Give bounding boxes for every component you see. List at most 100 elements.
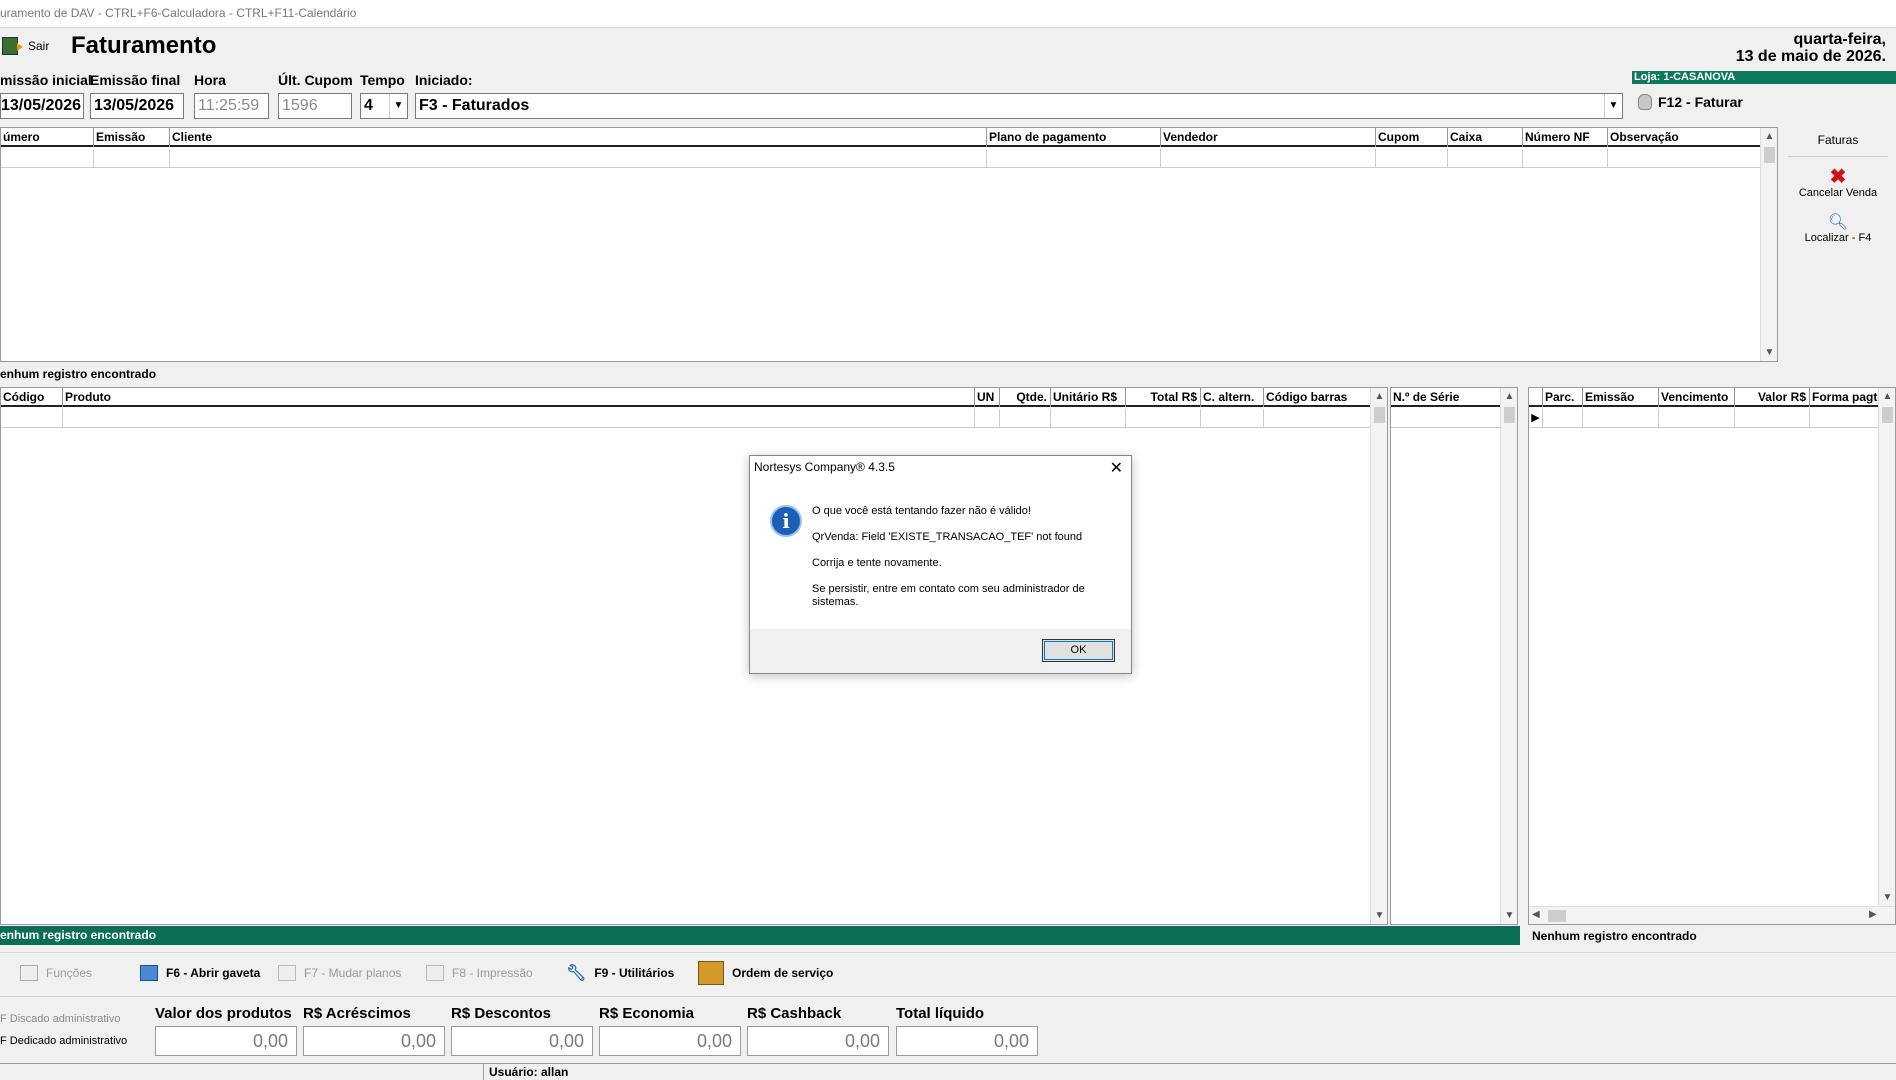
invoices-grid[interactable]: úmero Emissão Cliente Plano de pagamento… [0,127,1778,362]
scroll-down-icon[interactable]: ▼ [1879,889,1896,906]
find-button[interactable]: 🔍︎ Localizar - F4 [1780,214,1896,244]
col-cupom[interactable]: Cupom [1376,128,1448,147]
scroll-thumb[interactable] [1374,407,1385,423]
abrir-gaveta-button[interactable]: F6 - Abrir gaveta [140,958,260,988]
table-row[interactable] [1,409,1371,428]
impressao-button: F8 - Impressão [426,958,533,988]
scroll-left-icon[interactable]: ◀ [1532,909,1540,920]
scroll-down-icon[interactable]: ▼ [1761,344,1778,361]
window-title-bar: uramento de DAV - CTRL+F6-Calculadora - … [0,0,1896,28]
installments-grid[interactable]: Parc. Emissão Vencimento Valor R$ Forma … [1528,387,1896,925]
installments-scrollbar[interactable]: ▲ ▼ [1878,388,1895,906]
emissao-inicial-field[interactable]: 13/05/2026 [0,93,84,119]
scroll-up-icon[interactable]: ▲ [1501,388,1518,405]
col-un[interactable]: UN [975,388,1000,407]
col-valor[interactable]: Valor R$ [1735,388,1810,407]
col-cliente[interactable]: Cliente [170,128,987,147]
iniciado-value: F3 - Faturados [419,97,530,114]
acrescimos-field: 0,00 [303,1026,445,1056]
ordem-servico-button[interactable]: Ordem de serviço [698,958,833,988]
economia-field: 0,00 [599,1026,741,1056]
installments-status: Nenhum registro encontrado [1532,929,1697,943]
chevron-down-icon[interactable]: ▼ [389,94,407,118]
scroll-down-icon[interactable]: ▼ [1371,907,1388,924]
items-grid-header: Código Produto UN Qtde. Unitário R$ Tota… [1,388,1371,407]
error-dialog: Nortesys Company® 4.3.5 ✕ i O que você e… [749,455,1132,674]
col-emissao-parc[interactable]: Emissão [1583,388,1659,407]
close-icon[interactable]: ✕ [1110,458,1123,478]
emissao-inicial-label: missão inicial [0,72,92,88]
dialog-message-3: Corrija e tente novamente. [812,557,942,569]
hora-field: 11:25:59 [194,93,269,119]
discado-mode[interactable]: F Discado administrativo [0,1013,120,1025]
col-codigo[interactable]: Código [1,388,63,407]
hora-label: Hora [194,72,226,88]
table-row[interactable] [1391,409,1501,428]
col-produto[interactable]: Produto [63,388,975,407]
serial-scrollbar[interactable]: ▲ ▼ [1500,388,1517,924]
cancel-x-icon: ✖ [1829,166,1847,188]
funcoes-label: Funções [46,966,93,980]
col-vencimento[interactable]: Vencimento [1659,388,1735,407]
faturar-button[interactable]: F12 - Faturar [1638,94,1743,110]
col-vendedor[interactable]: Vendedor [1161,128,1376,147]
faturas-panel-title: Faturas [1817,133,1859,147]
col-caixa[interactable]: Caixa [1448,128,1523,147]
dedicado-mode[interactable]: F Dedicado administrativo [0,1035,127,1047]
scroll-up-icon[interactable]: ▲ [1879,388,1896,405]
scroll-thumb[interactable] [1764,147,1775,163]
toolbar: Sair Faturamento quarta-feira, 13 de mai… [0,29,1896,67]
col-total[interactable]: Total R$ [1126,388,1201,407]
user-label: Usuário: allan [483,1064,568,1080]
col-emissao[interactable]: Emissão [94,128,170,147]
ult-cupom-field: 1596 [278,93,352,119]
col-c-altern[interactable]: C. altern. [1201,388,1264,407]
ok-button[interactable]: OK [1042,639,1115,662]
col-forma-pagto[interactable]: Forma pagto [1810,388,1879,407]
table-row[interactable] [1,149,1761,168]
col-plano-pagamento[interactable]: Plano de pagamento [987,128,1161,147]
magnifier-icon: 🔍︎ [1827,214,1849,231]
wrench-icon: 🔧︎ [566,965,587,982]
tempo-value: 4 [364,97,373,114]
status-bar: Usuário: allan [0,1063,1896,1080]
invoices-scrollbar[interactable]: ▲ ▼ [1760,128,1777,361]
scroll-thumb[interactable] [1882,407,1893,423]
serial-grid-header: N.º de Série [1391,388,1501,407]
cancel-sale-button[interactable]: ✖ Cancelar Venda [1780,167,1896,199]
dialog-message-2: QrVenda: Field 'EXISTE_TRANSACAO_TEF' no… [812,531,1083,543]
scroll-up-icon[interactable]: ▲ [1761,128,1778,145]
total-label: Total líquido [896,1005,985,1022]
col-unitario[interactable]: Unitário R$ [1051,388,1126,407]
tempo-select[interactable]: 4 ▼ [360,93,408,119]
toolbox-icon [698,961,724,985]
emissao-final-field[interactable]: 13/05/2026 [90,93,184,119]
col-qtde[interactable]: Qtde. [1000,388,1051,407]
items-grid[interactable]: Código Produto UN Qtde. Unitário R$ Tota… [0,387,1388,925]
utilitarios-button[interactable]: 🔧︎ F9 - Utilitários [566,958,674,988]
scroll-right-icon[interactable]: ▶ [1869,909,1877,920]
exit-door-icon [2,37,23,55]
col-observacao[interactable]: Observação [1608,128,1761,147]
scroll-thumb[interactable] [1548,910,1566,922]
divider [0,996,1896,997]
col-numero-nf[interactable]: Número NF [1523,128,1608,147]
col-numero[interactable]: úmero [1,128,94,147]
col-parc[interactable]: Parc. [1543,388,1583,407]
col-serial[interactable]: N.º de Série [1391,388,1501,407]
serial-grid[interactable]: N.º de Série ▲ ▼ [1390,387,1518,925]
book-icon [20,965,38,981]
iniciado-select[interactable]: F3 - Faturados ▼ [415,93,1623,119]
mudar-planos-button: F7 - Mudar planos [278,958,401,988]
col-codigo-barras[interactable]: Código barras [1264,388,1371,407]
scroll-thumb[interactable] [1504,407,1515,423]
exit-button[interactable]: Sair [2,37,49,55]
dialog-footer: OK [750,629,1131,673]
scroll-up-icon[interactable]: ▲ [1371,388,1388,405]
installments-hscrollbar[interactable]: ◀ ▶ [1529,906,1895,924]
items-scrollbar[interactable]: ▲ ▼ [1370,388,1387,924]
scroll-down-icon[interactable]: ▼ [1501,907,1518,924]
descontos-field: 0,00 [451,1026,593,1056]
table-row[interactable]: ▶ [1529,409,1879,428]
chevron-down-icon[interactable]: ▼ [1604,94,1622,118]
